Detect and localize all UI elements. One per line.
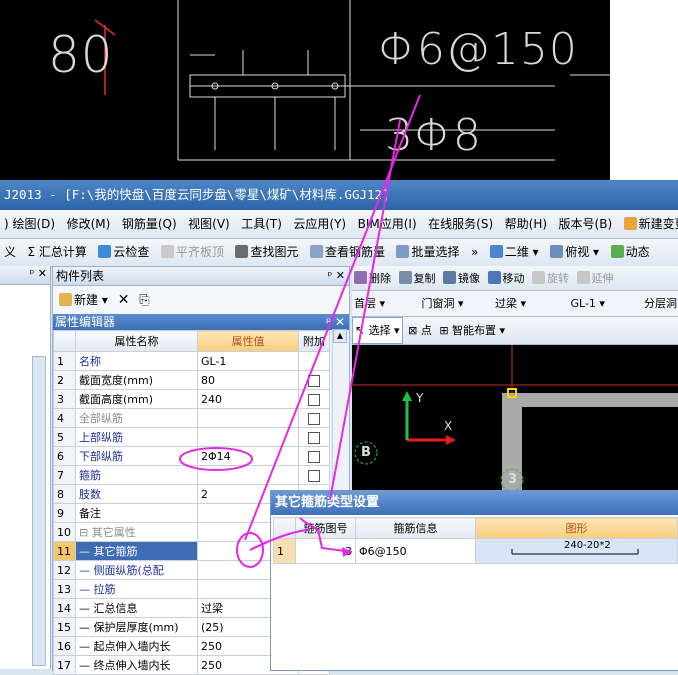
annotation-overlay (179, 94, 421, 568)
